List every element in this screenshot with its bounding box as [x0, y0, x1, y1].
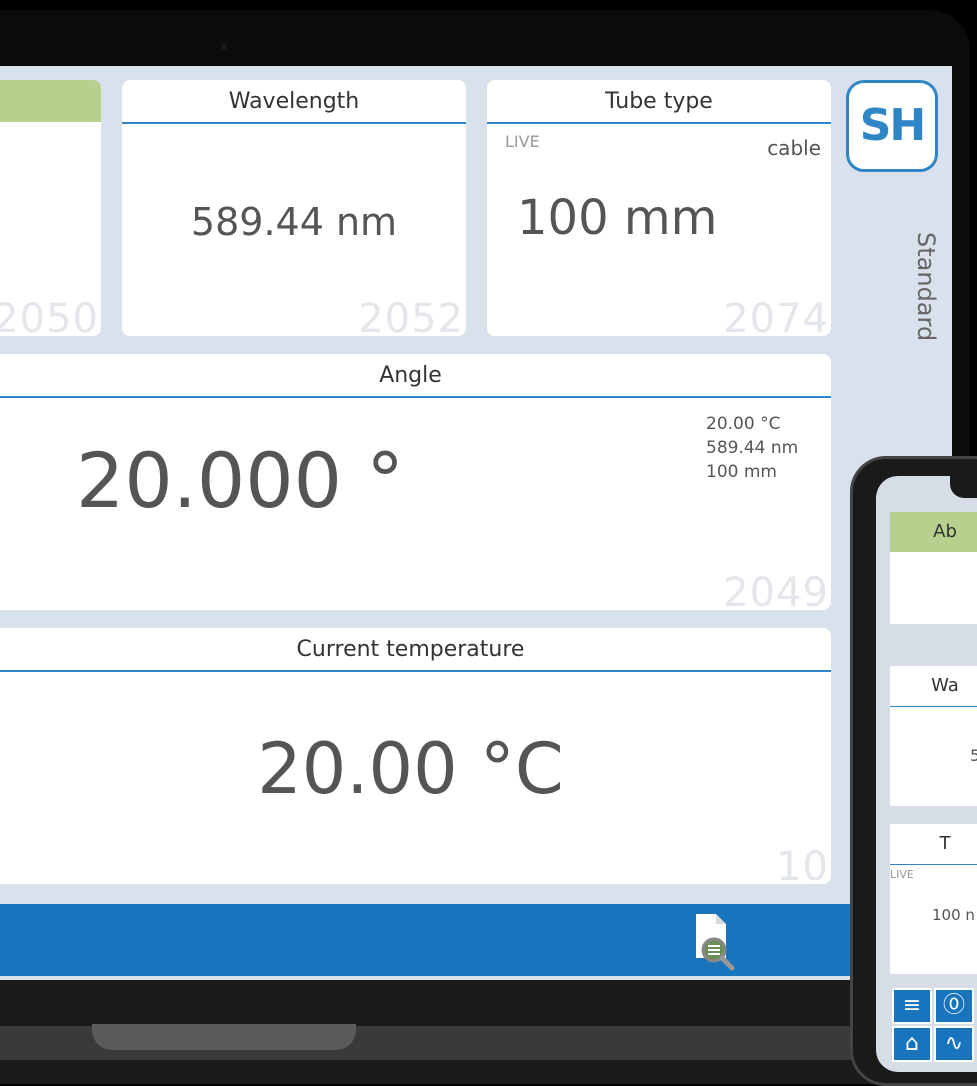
phone-card-2[interactable]: Wa 5: [890, 666, 977, 806]
panel-code: 2052: [358, 296, 464, 336]
angle-info-tube: 100 mm: [706, 462, 777, 482]
document-search-icon[interactable]: [692, 912, 742, 972]
waveform-icon[interactable]: ∿: [934, 1026, 974, 1062]
phone-card-1[interactable]: Ab: [890, 512, 977, 624]
angle-info-wavelength: 589.44 nm: [706, 438, 799, 458]
phone-card-title: Ab: [890, 512, 977, 552]
wavelength-value: 589.44 nm: [190, 200, 398, 244]
tube-type-panel[interactable]: Tube type LIVE cable 100 mm 2074: [487, 80, 831, 336]
panel-code: 2050: [0, 296, 99, 336]
temperature-value: 20.00 °C: [257, 728, 564, 810]
phone-card-title: T: [890, 824, 977, 865]
sh-logo[interactable]: SH: [846, 80, 938, 172]
angle-title: Angle: [0, 354, 831, 398]
panel-code: 2049: [723, 570, 829, 610]
footer-bar: [0, 904, 952, 976]
phone-card-3[interactable]: T LIVE 100 n: [890, 824, 977, 974]
first-panel-header: [0, 80, 101, 122]
mode-label: Standard: [912, 232, 940, 342]
wavelength-title: Wavelength: [122, 80, 466, 124]
temperature-title: Current temperature: [0, 628, 831, 672]
laptop-screen: 2050 Wavelength 589.44 nm 2052 Tube type…: [0, 66, 952, 980]
angle-info-temperature: 20.00 °C: [706, 414, 781, 434]
wavelength-panel[interactable]: Wavelength 589.44 nm 2052: [122, 80, 466, 336]
panel-code: 2074: [723, 296, 829, 336]
tube-mode-label: cable: [767, 136, 821, 160]
phone-card-title: Wa: [890, 666, 977, 707]
first-panel[interactable]: 2050: [0, 80, 101, 336]
angle-value: 20.000 °: [76, 436, 405, 525]
live-label: LIVE: [505, 132, 540, 151]
zero-icon[interactable]: ⓪: [934, 988, 974, 1024]
phone-screen: Ab Wa 5 T LIVE 100 n ≡ ⓪ ⌂ ∿: [876, 476, 977, 1072]
menu-icon[interactable]: ≡: [892, 988, 932, 1024]
camera: [221, 44, 227, 50]
phone-live-label: LIVE: [890, 868, 914, 881]
phone-card-value: 5: [970, 746, 977, 765]
phone-notch: [950, 476, 977, 498]
laptop-notch: [92, 1024, 356, 1050]
phone-card-value: 100 n: [932, 906, 975, 924]
angle-panel[interactable]: Angle 20.000 ° 20.00 °C 589.44 nm 100 mm…: [0, 354, 831, 610]
tube-type-title: Tube type: [487, 80, 831, 124]
panel-code: 10: [776, 844, 829, 884]
home-icon[interactable]: ⌂: [892, 1026, 932, 1062]
temperature-panel[interactable]: Current temperature 20.00 °C 10: [0, 628, 831, 884]
tube-value: 100 mm: [517, 190, 718, 246]
